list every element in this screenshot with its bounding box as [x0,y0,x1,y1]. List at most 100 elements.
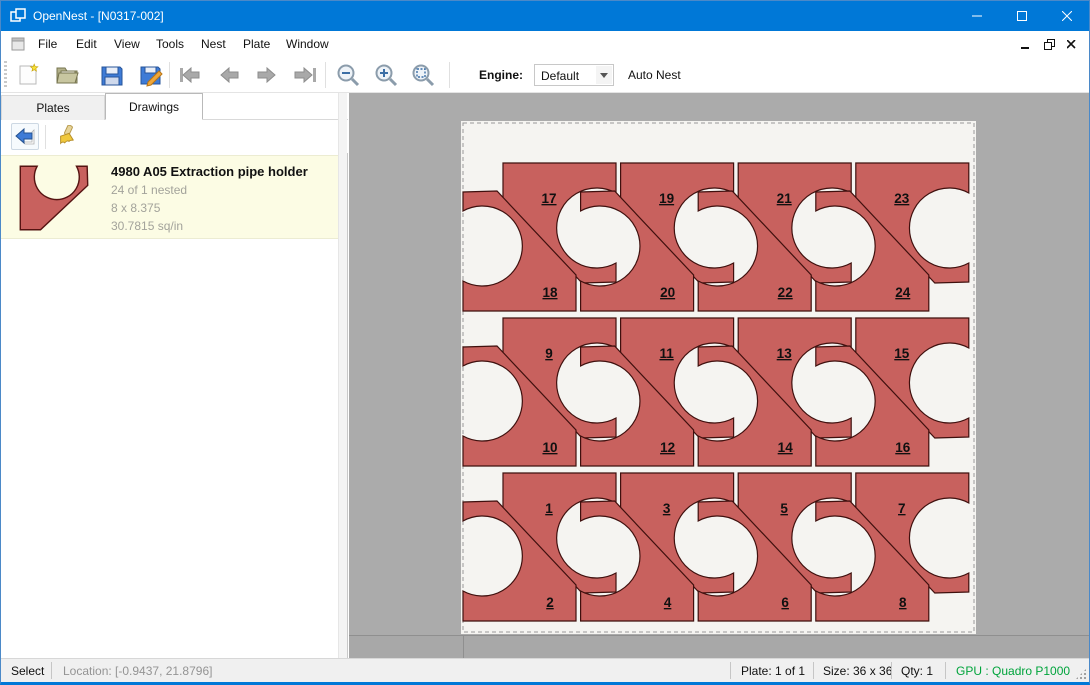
return-to-plates-button[interactable] [11,123,39,150]
menu-nest[interactable]: Nest [192,31,235,57]
part-number: 23 [894,191,910,206]
zoom-in-button[interactable] [371,60,401,90]
close-icon [1062,11,1072,21]
part-number: 10 [542,440,557,455]
part-number: 7 [898,501,906,516]
window-close-button[interactable] [1044,1,1089,31]
part-number: 14 [778,440,794,455]
engine-selected-value: Default [541,69,579,83]
next-arrow-icon [256,66,278,84]
part-number: 21 [777,191,793,206]
status-separator [730,662,731,679]
part-number: 1 [545,501,553,516]
drawing-title: 4980 A05 Extraction pipe holder [111,164,308,179]
drawing-nested-count: 24 of 1 nested [111,183,187,197]
first-plate-button[interactable] [175,60,205,90]
part-number: 9 [545,346,553,361]
toolbar-separator [45,125,46,149]
status-size: Size: 36 x 36 [823,664,892,678]
mdi-minimize-button[interactable] [1015,35,1035,53]
menu-file[interactable]: File [29,31,66,57]
part-number: 19 [659,191,674,206]
menu-plate[interactable]: Plate [234,31,279,57]
nesting-canvas[interactable]: 171819202122232491011121314151612345678 [349,93,1090,659]
canvas-horizontal-scrollbar[interactable] [349,635,1090,659]
status-separator [813,662,814,679]
open-folder-icon [55,64,81,86]
clean-drawings-button[interactable] [51,123,79,150]
window-minimize-button[interactable] [954,1,999,31]
save-button[interactable] [97,60,127,90]
status-gpu: GPU : Quadro P1000 [956,664,1070,678]
drawing-size: 8 x 8.375 [111,201,160,215]
plate[interactable]: 171819202122232491011121314151612345678 [461,121,976,639]
engine-label: Engine: [479,68,523,82]
part-number: 11 [659,346,674,361]
window-maximize-button[interactable] [999,1,1044,31]
drawing-list-item[interactable]: 4980 A05 Extraction pipe holder 24 of 1 … [1,155,339,239]
window-title: OpenNest - [N0317-002] [33,9,164,23]
resize-grip[interactable] [1075,668,1087,680]
status-separator [945,662,946,679]
main-toolbar: Engine: Default Auto Nest [1,57,1089,93]
chevron-down-icon[interactable] [596,66,612,84]
main-area: Plates Drawings [1,93,1089,659]
part-thumbnail [17,164,91,237]
status-mode: Select [11,664,44,678]
sidebar-scrollbar[interactable] [338,93,347,659]
mdi-restore-button[interactable] [1039,35,1059,53]
mdi-close-icon [1067,40,1076,49]
part-number: 18 [542,285,558,300]
toolbar-grip[interactable] [4,61,7,89]
zoom-fit-icon [411,63,435,87]
last-plate-button[interactable] [290,60,320,90]
status-plate: Plate: 1 of 1 [741,664,805,678]
part-number: 20 [660,285,675,300]
menu-edit[interactable]: Edit [67,31,106,57]
last-arrow-icon [293,66,317,84]
menu-tools[interactable]: Tools [147,31,193,57]
zoom-in-icon [374,63,398,87]
app-icon [10,8,26,29]
part-number: 24 [895,285,911,300]
part-number: 15 [894,346,910,361]
part-number: 22 [778,285,793,300]
toolbar-separator [449,62,450,88]
zoom-out-button[interactable] [333,60,363,90]
menu-window[interactable]: Window [277,31,338,57]
blue-back-arrow-icon [14,126,36,148]
next-plate-button[interactable] [252,60,282,90]
status-location: Location: [-0.9437, 21.8796] [63,664,212,678]
part-number: 12 [660,440,675,455]
zoom-out-icon [336,63,360,87]
save-as-button[interactable] [137,60,167,90]
first-arrow-icon [178,66,202,84]
open-file-button[interactable] [53,60,83,90]
sidebar-tabstrip: Plates Drawings [1,93,348,120]
zoom-fit-button[interactable] [408,60,438,90]
previous-plate-button[interactable] [214,60,244,90]
new-file-button[interactable] [13,60,43,90]
tab-plates[interactable]: Plates [1,95,105,120]
save-icon [101,64,123,86]
part-number: 3 [663,501,671,516]
mdi-restore-icon [1044,39,1055,50]
minimize-icon [972,11,982,21]
tab-drawings[interactable]: Drawings [105,93,203,120]
part-number: 8 [899,595,907,610]
new-file-icon [17,63,39,87]
sidebar-panel: Plates Drawings [1,93,348,659]
part-number: 5 [780,501,788,516]
auto-nest-button[interactable]: Auto Nest [628,68,681,82]
status-separator [51,662,52,679]
part-number: 4 [664,595,672,610]
part-number: 13 [777,346,793,361]
mdi-document-icon [11,37,25,56]
drawing-area: 30.7815 sq/in [111,219,183,233]
menu-view[interactable]: View [105,31,149,57]
engine-select[interactable]: Default [534,64,614,86]
status-qty: Qty: 1 [901,664,933,678]
mdi-close-button[interactable] [1061,35,1081,53]
save-as-icon [140,63,164,87]
app-window: OpenNest - [N0317-002] File Edit View To… [0,0,1090,685]
